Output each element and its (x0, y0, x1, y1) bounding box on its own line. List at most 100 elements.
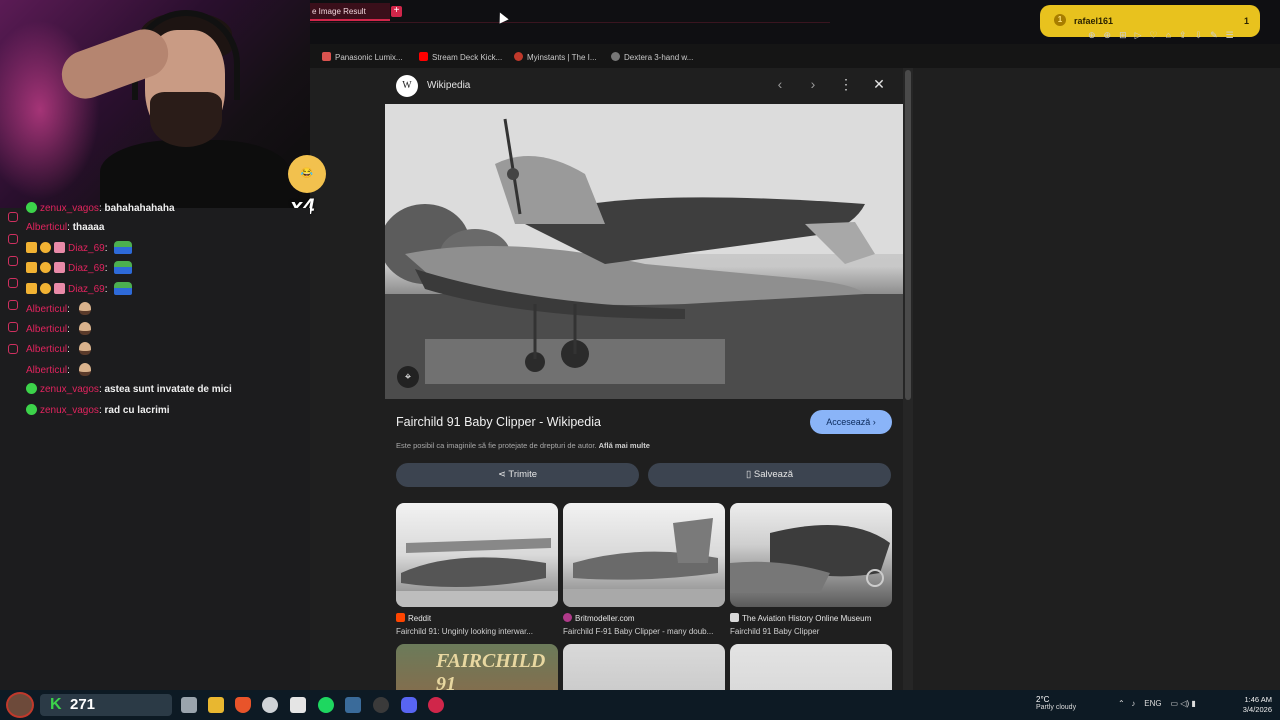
browser-toolbar-icons[interactable]: ⊕⊕⊞▷♡⌂⇪⇩✎☰ (1088, 30, 1242, 41)
seaplane-photo (385, 104, 903, 399)
battery-icon[interactable]: ▮ (1191, 699, 1195, 708)
result-title[interactable]: Fairchild 91 Baby Clipper - Wikipedia (396, 415, 601, 429)
google-lens-icon[interactable]: ⌖ (397, 366, 419, 388)
gear-icon (8, 344, 18, 354)
main-image[interactable]: ⌖ (385, 104, 903, 399)
chat-username[interactable]: Diaz_69 (68, 263, 105, 274)
related-image-card[interactable]: Reddit Fairchild 91: Unginly looking int… (396, 503, 558, 636)
related-image-card[interactable] (563, 644, 725, 690)
verified-badge-icon (26, 383, 37, 394)
discord-icon[interactable] (401, 697, 417, 713)
related-site-name: Britmodeller.com (575, 614, 635, 623)
opera-gx-icon[interactable] (428, 697, 444, 713)
source-name[interactable]: Wikipedia (427, 80, 470, 91)
spotify-icon[interactable] (318, 697, 334, 713)
store-icon[interactable] (290, 697, 306, 713)
steam-icon[interactable] (345, 697, 361, 713)
bookmark-item[interactable]: Stream Deck Kick... (419, 52, 502, 62)
face-emote-icon (78, 363, 91, 376)
chat-message: Alberticul: (26, 302, 91, 315)
frog-emote-icon (114, 282, 133, 295)
clock-date: 3/4/2026 (1242, 705, 1272, 714)
face-emote-icon (78, 322, 91, 335)
youtube-icon (419, 52, 428, 61)
task-view-icon[interactable] (181, 697, 197, 713)
related-image-card[interactable]: Britmodeller.com Fairchild F-91 Baby Cli… (563, 503, 725, 636)
related-image-card[interactable]: The Aviation History Online Museum Fairc… (730, 503, 892, 636)
more-options-icon[interactable]: ⋮ (836, 76, 856, 93)
chat-username[interactable]: Alberticul (26, 365, 67, 376)
chat-username[interactable]: Alberticul (26, 324, 67, 335)
face-emote-icon (78, 342, 91, 355)
chat-username[interactable]: zenux_vagos (40, 405, 99, 416)
chevron-up-icon[interactable]: ⌃ (1118, 699, 1125, 708)
chat-username[interactable]: Diaz_69 (68, 243, 105, 254)
share-icon: ⋖ (497, 469, 506, 480)
save-button[interactable]: ▯ Salvează (648, 463, 891, 487)
wikipedia-logo-icon: W (396, 75, 418, 97)
brave-browser-icon[interactable] (235, 697, 251, 713)
webcam-overlay (0, 0, 310, 208)
chat-text: astea sunt invatate de mici (104, 384, 232, 395)
related-thumbnail[interactable]: FAIRCHILD 91 (396, 644, 558, 690)
language-indicator[interactable]: ENG (1144, 699, 1161, 708)
chat-username[interactable]: Alberticul (26, 344, 67, 355)
panel-scrollbar-thumb[interactable] (905, 70, 911, 400)
system-clock[interactable]: 1:46 AM 3/4/2026 (1232, 695, 1272, 715)
new-tab-icon[interactable]: + (391, 6, 402, 17)
obs-icon[interactable] (373, 697, 389, 713)
visit-button[interactable]: Accesează › (810, 410, 892, 434)
instagram-icon (8, 212, 18, 222)
crown-badge-icon (26, 242, 37, 253)
microphone-icon[interactable]: ♪ (1131, 699, 1135, 708)
next-icon[interactable]: › (803, 76, 823, 92)
related-thumbnail[interactable] (396, 503, 558, 607)
channel-points-icon: 1 (1054, 14, 1066, 26)
volume-icon[interactable]: ◁) (1180, 699, 1189, 708)
weather-widget[interactable]: 2°C Partly cloudy (1016, 695, 1076, 711)
close-icon[interactable]: ✕ (869, 76, 889, 93)
previous-icon[interactable]: ‹ (770, 76, 790, 92)
related-thumbnail[interactable] (563, 644, 725, 690)
x-icon (8, 256, 18, 266)
chat-username[interactable]: Alberticul (26, 222, 67, 233)
coin-badge-icon (40, 283, 51, 294)
bookmark-item[interactable]: Panasonic Lumix... (322, 52, 403, 62)
youtube-icon (8, 278, 18, 288)
related-thumbnail[interactable] (730, 644, 892, 690)
weather-temp: 2°C (1036, 695, 1050, 704)
related-thumbnail[interactable] (563, 503, 725, 607)
related-thumbnail[interactable] (730, 503, 892, 607)
seaplane-thumbnail (730, 525, 890, 593)
face-emote-icon (78, 302, 91, 315)
learn-more-link[interactable]: Află mai multe (599, 441, 650, 450)
related-caption: Fairchild 91: Unginly looking interwar..… (396, 627, 533, 636)
streamer-avatar (6, 692, 34, 718)
related-image-card[interactable]: FAIRCHILD 91 (396, 644, 558, 690)
chat-message: Diaz_69: (26, 261, 133, 274)
chat-message: zenux_vagos: rad cu lacrimi (26, 404, 170, 416)
bookmark-item[interactable]: Dextera 3-hand w... (611, 52, 693, 62)
chat-username[interactable]: Alberticul (26, 304, 67, 315)
chat-username[interactable]: Diaz_69 (68, 284, 105, 295)
related-image-card[interactable] (730, 644, 892, 690)
display-icon[interactable]: ▭ (1171, 699, 1179, 708)
thumbnail-heading: FAIRCHILD 91 (436, 650, 546, 690)
share-label: Trimite (508, 469, 538, 480)
chat-username[interactable]: zenux_vagos (40, 203, 99, 214)
system-tray[interactable]: ⌃ ♪ ENG ▭ ◁) ▮ (1118, 699, 1196, 708)
social-icons-column (4, 212, 22, 366)
chat-message: Diaz_69: (26, 282, 133, 295)
bookmark-item[interactable]: Myinstants | The I... (514, 52, 597, 62)
app-icon[interactable] (262, 697, 278, 713)
related-caption: Fairchild F-91 Baby Clipper - many doub.… (563, 627, 714, 636)
streamer-shirt (100, 140, 290, 208)
file-explorer-icon[interactable] (208, 697, 224, 713)
chat-message: Alberticul: thaaaa (26, 222, 105, 233)
chat-username[interactable]: zenux_vagos (40, 384, 99, 395)
seaplane-thumbnail (563, 518, 725, 607)
active-tab[interactable]: e Image Result (304, 3, 390, 21)
bookmark-label: Dextera 3-hand w... (624, 53, 694, 62)
chat-message: Alberticul: (26, 342, 91, 355)
share-button[interactable]: ⋖ Trimite (396, 463, 639, 487)
